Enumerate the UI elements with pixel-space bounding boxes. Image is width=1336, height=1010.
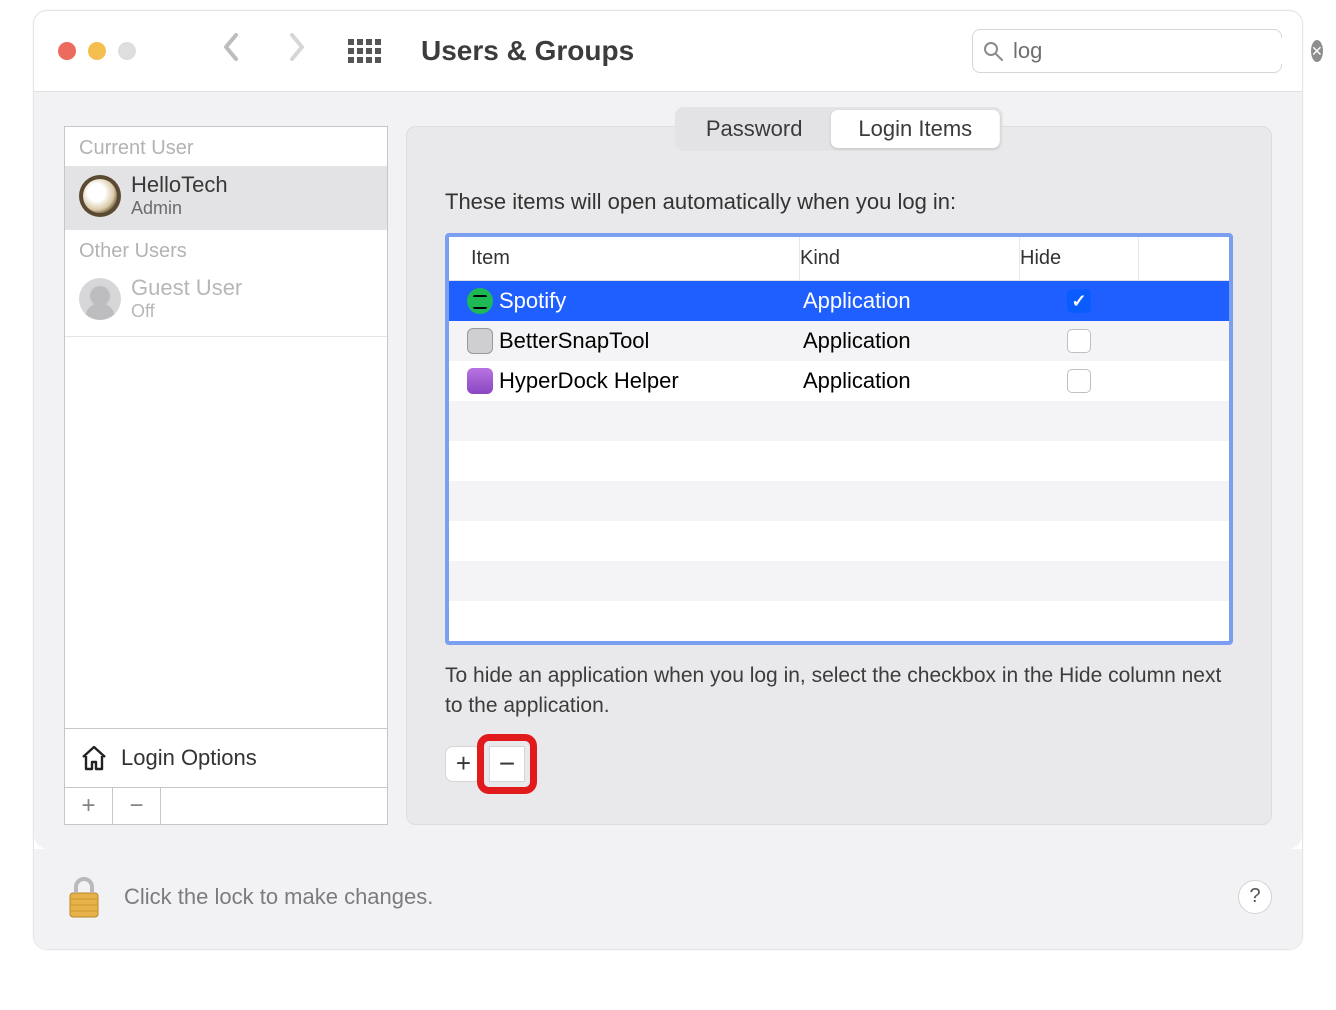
- zoom-window-button[interactable]: [118, 42, 136, 60]
- hide-checkbox[interactable]: [1067, 369, 1091, 393]
- user-name: Guest User: [131, 275, 242, 301]
- user-sidebar: Current User HelloTech Admin Other Users…: [64, 126, 388, 825]
- empty-row: [449, 561, 1229, 601]
- user-role: Admin: [131, 198, 228, 219]
- avatar-icon: [79, 175, 121, 217]
- item-kind: Application: [799, 328, 1019, 354]
- empty-row: [449, 481, 1229, 521]
- hide-checkbox[interactable]: [1067, 289, 1091, 313]
- sidebar-user-hellotech[interactable]: HelloTech Admin: [65, 166, 387, 229]
- item-kind: Application: [799, 288, 1019, 314]
- login-items-intro: These items will open automatically when…: [445, 189, 1233, 215]
- back-button[interactable]: [216, 33, 246, 69]
- table-row[interactable]: BetterSnapTool Application: [449, 321, 1229, 361]
- remove-user-button[interactable]: −: [113, 788, 161, 824]
- item-name: Spotify: [499, 288, 566, 314]
- hide-checkbox[interactable]: [1067, 329, 1091, 353]
- main-panel: Password Login Items These items will op…: [406, 126, 1272, 825]
- empty-row: [449, 601, 1229, 641]
- toolbar: Users & Groups ✕: [34, 11, 1302, 92]
- lock-hint-text: Click the lock to make changes.: [124, 884, 1218, 910]
- window-controls: [58, 42, 136, 60]
- item-kind: Application: [799, 368, 1019, 394]
- tab-bar: Password Login Items: [675, 107, 1003, 151]
- add-user-button[interactable]: +: [65, 788, 113, 824]
- table-row[interactable]: Spotify Application: [449, 281, 1229, 321]
- sidebar-user-guest[interactable]: Guest User Off: [65, 269, 387, 332]
- search-input[interactable]: [1013, 38, 1301, 64]
- lock-icon[interactable]: [64, 873, 104, 921]
- minimize-window-button[interactable]: [88, 42, 106, 60]
- spotify-icon: [467, 288, 493, 314]
- table-row[interactable]: HyperDock Helper Application: [449, 361, 1229, 401]
- login-options-button[interactable]: Login Options: [65, 728, 387, 787]
- search-icon: [983, 41, 1003, 61]
- user-name: HelloTech: [131, 172, 228, 198]
- forward-button[interactable]: [282, 33, 312, 69]
- empty-row: [449, 401, 1229, 441]
- sidebar-footer: + −: [65, 787, 387, 824]
- item-name: BetterSnapTool: [499, 328, 649, 354]
- login-items-table: Item Kind Hide SpotifyApplicationBetterS…: [445, 233, 1233, 645]
- col-item[interactable]: Item: [449, 237, 799, 280]
- item-name: HyperDock Helper: [499, 368, 679, 394]
- tab-password[interactable]: Password: [678, 110, 831, 148]
- sidebar-spacer: [65, 336, 387, 728]
- remove-login-item-button[interactable]: −: [489, 746, 525, 782]
- preferences-window: Users & Groups ✕ Current User HelloTech …: [33, 10, 1303, 950]
- show-all-button[interactable]: [348, 39, 381, 63]
- bst-icon: [467, 328, 493, 354]
- other-users-label: Other Users: [65, 229, 387, 269]
- help-button[interactable]: ?: [1238, 880, 1272, 914]
- clear-search-button[interactable]: ✕: [1311, 40, 1323, 62]
- login-item-actions: + −: [445, 734, 1233, 794]
- table-header: Item Kind Hide: [449, 237, 1229, 281]
- close-window-button[interactable]: [58, 42, 76, 60]
- nav-arrows: [216, 33, 312, 69]
- home-icon: [79, 743, 109, 773]
- hd-icon: [467, 368, 493, 394]
- empty-row: [449, 521, 1229, 561]
- empty-row: [449, 441, 1229, 481]
- remove-button-highlight: −: [477, 734, 537, 794]
- hide-hint-text: To hide an application when you log in, …: [445, 661, 1233, 722]
- add-login-item-button[interactable]: +: [445, 746, 481, 782]
- col-kind[interactable]: Kind: [799, 237, 1019, 280]
- current-user-label: Current User: [65, 127, 387, 166]
- content-area: Current User HelloTech Admin Other Users…: [34, 92, 1302, 849]
- col-hide[interactable]: Hide: [1019, 237, 1139, 280]
- user-role: Off: [131, 301, 242, 322]
- search-field[interactable]: ✕: [972, 29, 1282, 73]
- login-options-label: Login Options: [121, 745, 257, 771]
- bottom-bar: Click the lock to make changes. ?: [34, 849, 1302, 949]
- avatar-placeholder-icon: [79, 278, 121, 320]
- tab-login-items[interactable]: Login Items: [830, 110, 1000, 148]
- pane-title: Users & Groups: [421, 35, 972, 67]
